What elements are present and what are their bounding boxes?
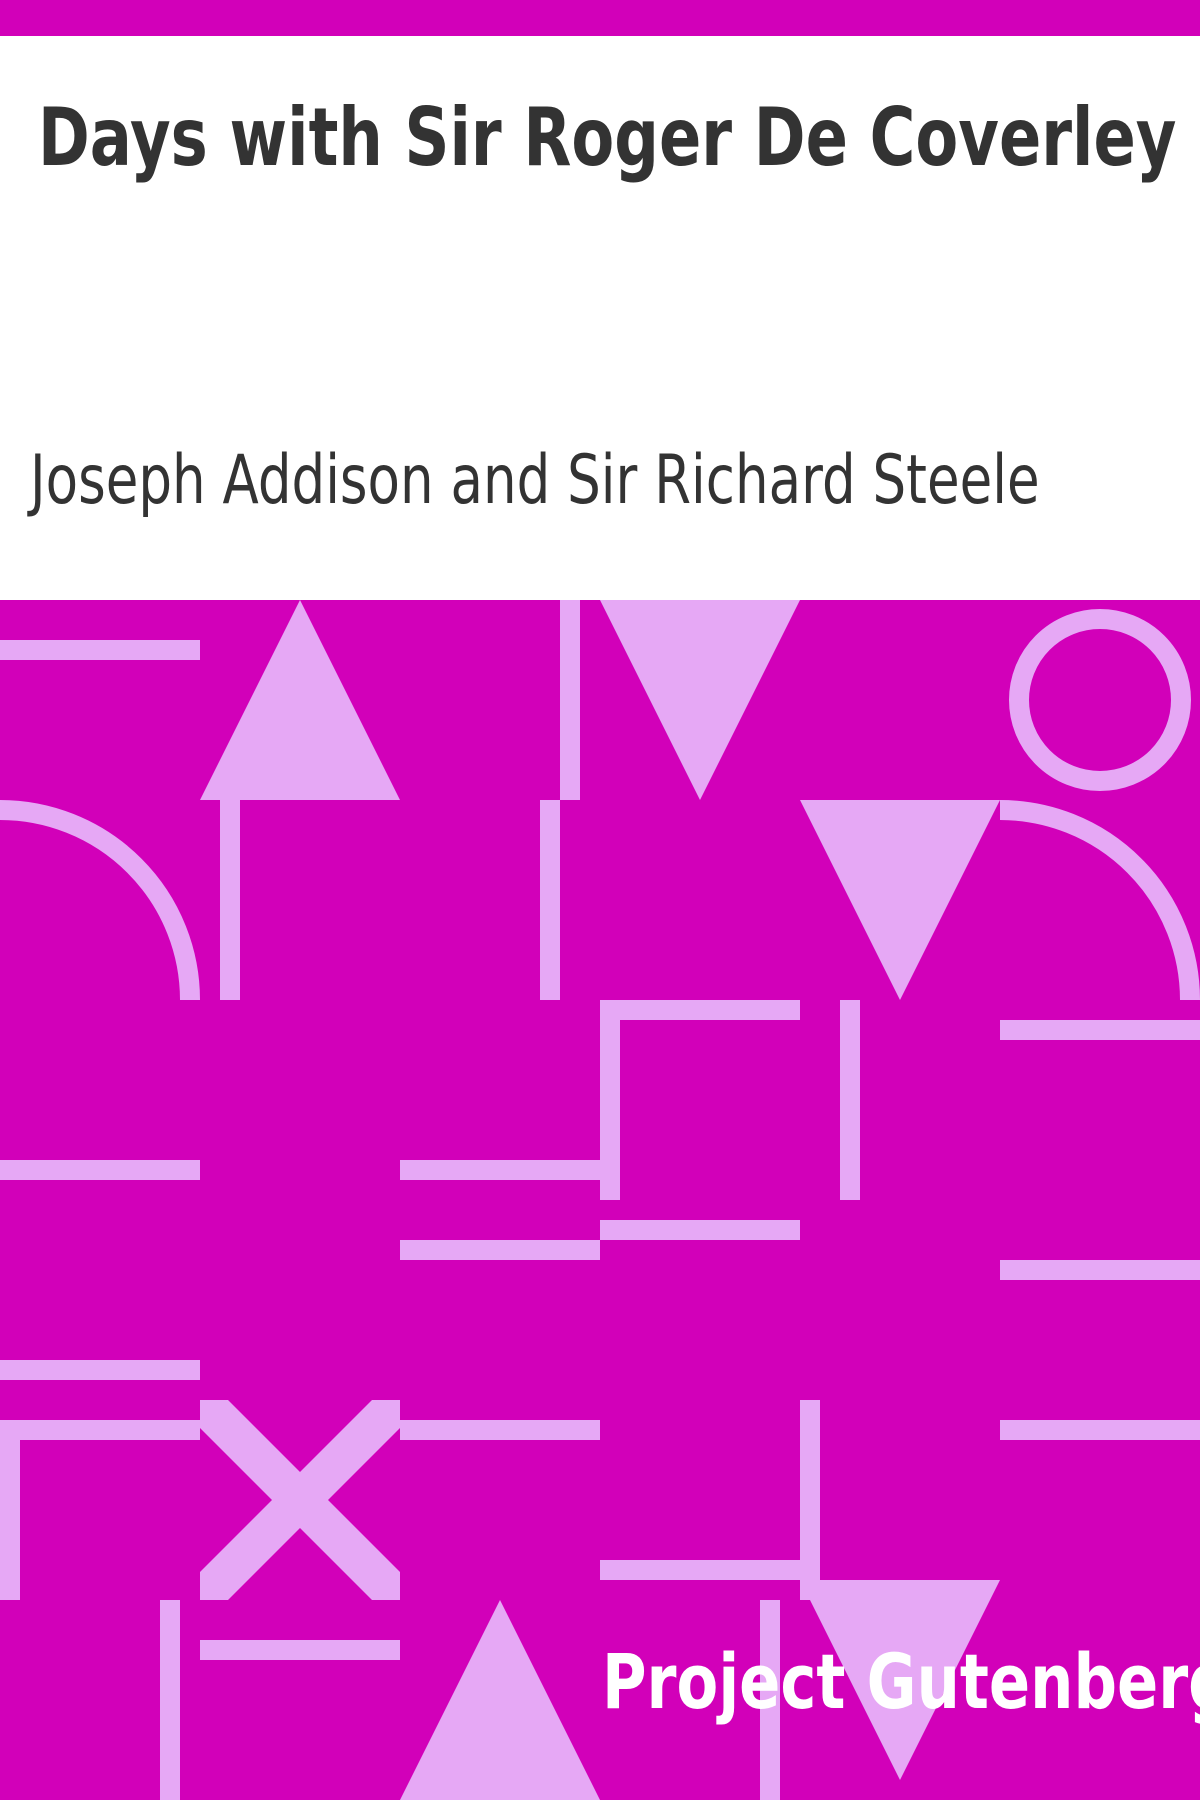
book-title: Days with Sir Roger De Coverley (38, 91, 1177, 184)
pattern-bar (1000, 1420, 1200, 1440)
pattern-bar (600, 1560, 800, 1580)
top-color-band (0, 0, 1200, 36)
pattern-bar (400, 1160, 600, 1180)
pattern-bar (200, 1640, 400, 1660)
geometric-pattern (0, 600, 1200, 1800)
pattern-corner (600, 1000, 800, 1020)
pattern-bar (0, 1360, 200, 1380)
pattern-corner (600, 1000, 620, 1200)
book-author: Joseph Addison and Sir Richard Steele (30, 441, 1040, 520)
pattern-bar (800, 1400, 820, 1600)
pattern-bar (0, 1160, 200, 1180)
pattern-bar (160, 1600, 180, 1800)
pattern-corner (0, 1420, 200, 1440)
pattern-bar (560, 600, 580, 800)
pattern-bar (1000, 1260, 1200, 1280)
pattern-bar (400, 1420, 600, 1440)
pattern-bar (0, 640, 200, 660)
pattern-bar (840, 1000, 860, 1200)
pattern-bar (600, 1220, 800, 1240)
pattern-bar (220, 800, 240, 1000)
pattern-bar (1000, 1020, 1200, 1040)
pattern-bar (400, 1240, 600, 1260)
pattern-bar (540, 800, 560, 1000)
publisher-logo-text: Project Gutenberg (602, 1637, 1200, 1726)
pattern-corner (0, 1420, 20, 1600)
